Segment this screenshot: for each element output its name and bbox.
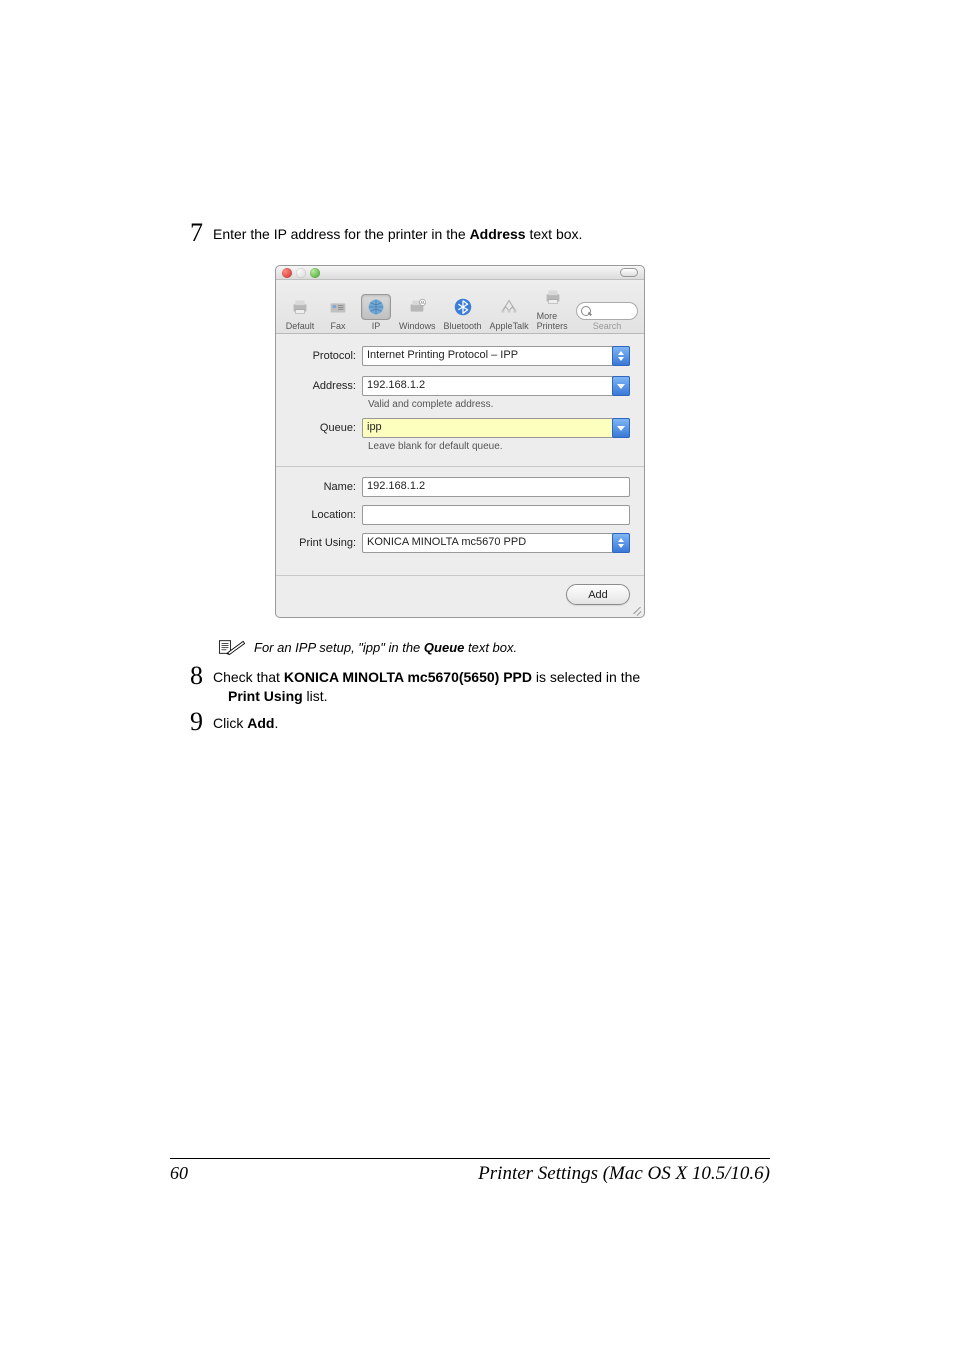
toolbar-item-fax[interactable]: Fax <box>320 294 356 331</box>
close-icon[interactable] <box>282 268 292 278</box>
toolbar-item-ip[interactable]: IP <box>358 294 394 331</box>
toolbar-toggle-icon[interactable] <box>620 268 638 277</box>
step-9-text: Click Add. <box>213 706 278 734</box>
chevron-down-icon[interactable] <box>612 418 630 438</box>
note-icon <box>218 638 246 656</box>
address-input[interactable]: 192.168.1.2 <box>362 376 630 396</box>
search-field-wrap: Search <box>576 302 638 331</box>
name-input[interactable]: 192.168.1.2 <box>362 477 630 497</box>
chevron-updown-icon[interactable] <box>612 346 630 366</box>
step-9: 9 Click Add. <box>190 706 760 734</box>
add-button[interactable]: Add <box>566 584 630 605</box>
printer-icon <box>285 294 315 320</box>
zoom-icon[interactable] <box>310 268 320 278</box>
fax-icon <box>323 294 353 320</box>
toolbar-item-default[interactable]: Default <box>282 294 318 331</box>
step-7-text: Enter the IP address for the printer in … <box>213 223 582 245</box>
window-titlebar <box>276 266 644 280</box>
step-8-text-cont: Print Using list. <box>228 688 760 704</box>
protocol-label: Protocol: <box>290 350 362 362</box>
toolbar: Default Fax IP Windows <box>276 280 644 334</box>
chevron-updown-icon[interactable] <box>612 533 630 553</box>
footer-title: Printer Settings (Mac OS X 10.5/10.6) <box>260 1163 770 1185</box>
chevron-down-icon[interactable] <box>612 376 630 396</box>
printer-form: Protocol: Internet Printing Protocol – I… <box>276 334 644 575</box>
search-label: Search <box>576 321 638 331</box>
protocol-select[interactable]: Internet Printing Protocol – IPP <box>362 346 630 366</box>
step-number-9: 9 <box>190 709 203 735</box>
step-8-text: Check that KONICA MINOLTA mc5670(5650) P… <box>213 660 640 688</box>
print-using-select[interactable]: KONICA MINOLTA mc5670 PPD <box>362 533 630 553</box>
minimize-icon[interactable] <box>296 268 306 278</box>
appletalk-icon <box>494 294 524 320</box>
more-printers-icon <box>538 284 568 310</box>
queue-input[interactable]: ipp <box>362 418 630 438</box>
add-printer-window: Default Fax IP Windows <box>275 265 645 618</box>
name-label: Name: <box>290 481 362 493</box>
toolbar-item-more-printers[interactable]: More Printers <box>534 284 572 331</box>
step-number-7: 7 <box>190 220 203 246</box>
page-footer: 60 Printer Settings (Mac OS X 10.5/10.6) <box>170 1158 770 1185</box>
step-number-8: 8 <box>190 663 203 689</box>
page-number: 60 <box>170 1163 260 1184</box>
note-text: For an IPP setup, "ipp" in the Queue tex… <box>254 640 517 655</box>
print-using-label: Print Using: <box>290 537 362 549</box>
step-7: 7 Enter the IP address for the printer i… <box>190 218 760 245</box>
bluetooth-icon <box>448 294 478 320</box>
toolbar-item-windows[interactable]: Windows <box>396 294 439 331</box>
globe-icon <box>361 294 391 320</box>
windows-share-icon <box>402 294 432 320</box>
location-input[interactable] <box>362 505 630 525</box>
address-hint: Valid and complete address. <box>290 398 630 418</box>
toolbar-item-appletalk[interactable]: AppleTalk <box>487 294 532 331</box>
search-input[interactable] <box>576 302 638 320</box>
toolbar-item-bluetooth[interactable]: Bluetooth <box>441 294 485 331</box>
address-label: Address: <box>290 380 362 392</box>
location-label: Location: <box>290 509 362 521</box>
step-8: 8 Check that KONICA MINOLTA mc5670(5650)… <box>190 660 760 688</box>
queue-hint: Leave blank for default queue. <box>290 440 630 460</box>
queue-label: Queue: <box>290 422 362 434</box>
note: For an IPP setup, "ipp" in the Queue tex… <box>218 638 760 656</box>
resize-handle-icon[interactable] <box>630 603 642 615</box>
separator <box>276 466 644 467</box>
